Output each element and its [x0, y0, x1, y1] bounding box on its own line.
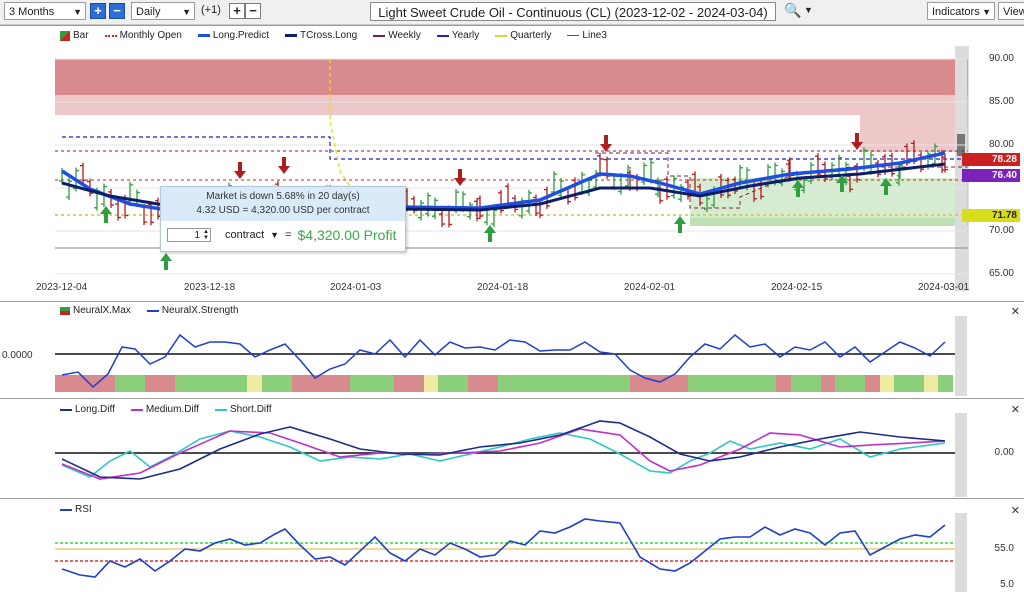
neuralx-max-block [938, 375, 953, 392]
neuralx-max-block [924, 375, 938, 392]
zoom-in-button[interactable]: + [90, 3, 106, 19]
rsi-line [61, 518, 946, 578]
support-zone-inner [690, 218, 968, 226]
period-select-value: 3 Months [9, 6, 55, 18]
neuralx-chart[interactable] [0, 302, 1024, 399]
contract-dropdown-icon[interactable]: ▼ [270, 230, 279, 240]
neuralx-max-block [468, 375, 498, 392]
price-tag-71-78: 71.78 [962, 209, 1020, 222]
future-bar-zone [955, 316, 967, 396]
short-diff-line [61, 430, 946, 478]
diff-chart[interactable] [0, 399, 1024, 499]
y-tick: 65.00 [988, 268, 1014, 279]
buy-arrow-icon[interactable] [160, 253, 172, 270]
y-tick: 90.00 [988, 53, 1014, 64]
x-tick: 2024-02-01 [624, 282, 676, 293]
diff-panel: Long.Diff Medium.Diff Short.Diff ✕ 0.00 [0, 398, 1024, 499]
neuralx-max-block [175, 375, 247, 392]
tooltip-header: Market is down 5.68% in 20 day(s) 4.32 U… [161, 187, 405, 221]
buy-arrow-icon[interactable] [484, 225, 496, 242]
x-tick: 2024-01-03 [330, 282, 382, 293]
tooltip-line2: 4.32 USD = 4,320.00 USD per contract [196, 205, 370, 216]
interval-select[interactable]: Daily ▼ [131, 2, 195, 20]
y-tick: 70.00 [988, 225, 1014, 236]
neuralx-max-block [630, 375, 688, 392]
chevron-down-icon[interactable]: ▼ [804, 5, 813, 15]
neuralx-max-blocks [55, 375, 953, 392]
profit-value: $4,320.00 Profit [297, 227, 397, 243]
contract-label: contract [225, 229, 265, 241]
future-bar-zone [955, 513, 967, 592]
sell-arrow-icon[interactable] [454, 169, 466, 186]
medium-diff-line [61, 428, 946, 480]
indicators-button[interactable]: Indicators ▼ [927, 2, 995, 20]
neuralx-max-block [865, 375, 880, 392]
tooltip-calc-row: 1 ▲ ▼ contract ▼ = $4,320.00 Profit [167, 227, 396, 243]
price-tag-76-40: 76.40 [962, 169, 1020, 182]
neuralx-max-block [791, 375, 821, 392]
buy-arrow-icon[interactable] [674, 216, 686, 233]
x-tick: 2024-02-15 [771, 282, 823, 293]
indicators-label: Indicators [932, 6, 980, 18]
neuralx-max-block [394, 375, 424, 392]
neuralx-max-block [498, 375, 630, 392]
resistance-zone-upper [55, 59, 968, 95]
rsi-chart[interactable] [0, 499, 1024, 592]
future-bar-zone [955, 413, 967, 497]
neuralx-max-block [424, 375, 438, 392]
neuralx-max-block [688, 375, 776, 392]
neuralx-max-block [292, 375, 350, 392]
y-tick: 80.00 [988, 139, 1014, 150]
x-tick: 2023-12-18 [184, 282, 236, 293]
search-icon[interactable]: 🔍 [784, 2, 801, 19]
neuralx-max-block [350, 375, 394, 392]
sell-arrow-icon[interactable] [278, 157, 290, 174]
neuralx-max-block [115, 375, 145, 392]
toolbar: 3 Months ▼ + − Daily ▼ (+1) + − Light Swee… [0, 0, 1024, 25]
price-panel: Bar Monthly Open Long.Predict TCross.Lon… [0, 25, 1024, 302]
neuralx-max-block [894, 375, 924, 392]
resistance-zone-lower [55, 95, 968, 115]
chart-title[interactable]: Light Sweet Crude Oil - Continuous (CL) … [370, 2, 776, 21]
period-select[interactable]: 3 Months ▼ [4, 2, 86, 20]
price-tag-78-28: 78.28 [962, 153, 1020, 166]
sell-arrow-icon[interactable] [234, 162, 246, 179]
neuralx-max-block [145, 375, 175, 392]
quantity-value: 1 [194, 230, 200, 241]
view-button[interactable]: View [998, 2, 1024, 20]
neuralx-max-block [776, 375, 791, 392]
neuralx-max-block [262, 375, 292, 392]
profit-tooltip: Market is down 5.68% in 20 day(s) 4.32 U… [160, 186, 406, 252]
interval-select-value: Daily [136, 6, 161, 18]
offset-minus-button[interactable]: − [245, 3, 261, 19]
neuralx-panel: NeuralX.Max NeuralX.Strength ✕ 0.0000 [0, 301, 1024, 399]
x-tick: 2024-03-01 [918, 282, 970, 293]
tooltip-line1: Market is down 5.68% in 20 day(s) [206, 191, 360, 202]
view-label: View [1003, 6, 1024, 18]
quantity-stepper[interactable]: 1 ▲ ▼ [167, 228, 211, 242]
chevron-down-icon: ▼ [73, 7, 82, 17]
chevron-down-icon: ▼ [982, 7, 991, 17]
sell-arrow-icon[interactable] [600, 135, 612, 152]
equals-sign: = [285, 229, 292, 241]
stepper-arrows-icon[interactable]: ▲ ▼ [203, 229, 209, 241]
offset-label: (+1) [201, 4, 221, 16]
neuralx-max-block [835, 375, 865, 392]
zoom-out-button[interactable]: − [109, 3, 125, 19]
offset-plus-button[interactable]: + [229, 3, 245, 19]
rsi-panel: RSI ✕ 55.0 5.0 [0, 498, 1024, 592]
y-tick: 85.00 [988, 96, 1014, 107]
neuralx-max-block [247, 375, 262, 392]
x-tick: 2023-12-04 [36, 282, 88, 293]
neuralx-max-block [821, 375, 835, 392]
neuralx-max-block [55, 375, 115, 392]
neuralx-max-block [880, 375, 894, 392]
chevron-down-icon: ▼ [182, 7, 191, 17]
price-chart[interactable] [0, 26, 1024, 302]
neuralx-max-block [438, 375, 468, 392]
x-tick: 2024-01-18 [477, 282, 529, 293]
yearly-line [62, 136, 968, 160]
